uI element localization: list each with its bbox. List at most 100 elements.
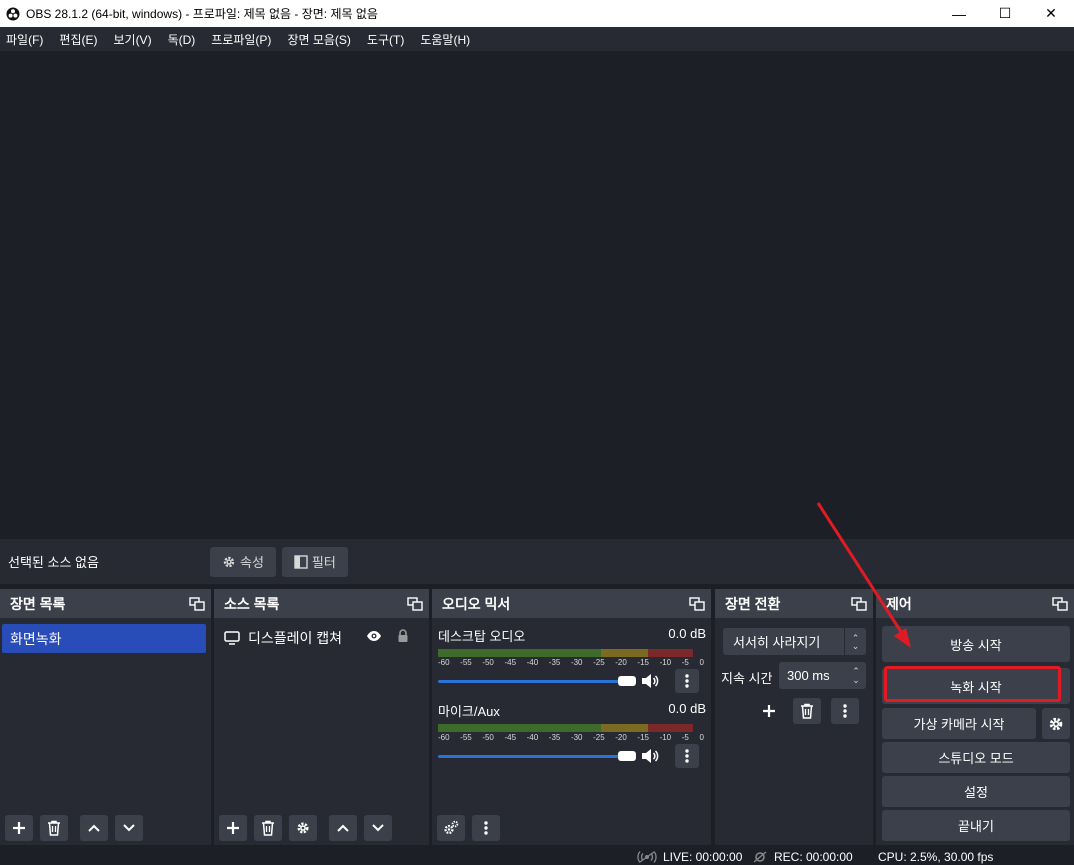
volume-meter xyxy=(438,649,706,657)
tick: -20 xyxy=(615,733,627,742)
tick: -40 xyxy=(526,733,539,742)
volume-slider-handle[interactable] xyxy=(618,676,636,686)
gear-icon xyxy=(223,556,235,567)
channel-menu-button[interactable] xyxy=(675,669,699,693)
volume-slider-handle[interactable] xyxy=(618,751,636,761)
undock-icon[interactable] xyxy=(689,596,705,611)
more-vertical-icon xyxy=(484,821,488,835)
tick: -5 xyxy=(681,658,689,667)
start-streaming-button[interactable]: 방송 시작 xyxy=(882,626,1070,662)
chevron-down-icon xyxy=(372,824,384,832)
more-vertical-icon xyxy=(685,749,689,763)
start-recording-label: 녹화 시작 xyxy=(950,679,1002,695)
studio-mode-button[interactable]: 스튜디오 모드 xyxy=(882,742,1070,773)
lock-icon[interactable] xyxy=(397,629,409,643)
mixer-channel: 마이크/Aux 0.0 dB -60 -55 -50 -45 -40 -35 -30 -25-… xyxy=(438,701,706,768)
tick: -45 xyxy=(504,733,517,742)
channel-menu-button[interactable] xyxy=(675,744,699,768)
remove-transition-button[interactable] xyxy=(793,698,821,724)
minimize-button[interactable]: — xyxy=(936,0,982,27)
menu-tools[interactable]: 도구(T) xyxy=(367,31,404,48)
audio-mixer-header: 오디오 믹서 xyxy=(432,589,711,618)
tick: -15 xyxy=(637,733,649,742)
eye-icon[interactable] xyxy=(366,630,382,642)
add-source-button[interactable] xyxy=(219,815,247,841)
title-bar: OBS 28.1.2 (64-bit, windows) - 프로파일: 제목 … xyxy=(0,0,1074,27)
sources-dock: 소스 목록 디스플레이 캡쳐 xyxy=(214,589,429,845)
add-scene-button[interactable] xyxy=(5,815,33,841)
live-time: LIVE: 00:00:00 xyxy=(663,850,743,864)
move-scene-up-button[interactable] xyxy=(80,815,108,841)
maximize-button[interactable]: ☐ xyxy=(982,0,1028,27)
move-source-up-button[interactable] xyxy=(329,815,357,841)
record-icon xyxy=(753,851,767,863)
spin-arrows-icon[interactable]: ⌃ ⌄ xyxy=(846,662,866,689)
obs-logo-icon xyxy=(6,7,20,20)
filters-label: 필터 xyxy=(311,555,336,570)
scene-item[interactable]: 화면녹화 xyxy=(2,624,206,653)
advanced-audio-button[interactable] xyxy=(437,815,465,841)
tick: 0 xyxy=(699,658,704,667)
volume-slider-track[interactable] xyxy=(438,755,628,758)
move-source-down-button[interactable] xyxy=(364,815,392,841)
undock-icon[interactable] xyxy=(189,596,205,611)
transitions-dock: 장면 전환 서서히 사라지기 ⌃ ⌄ 지속 시간 300 ms ⌃ ⌄ xyxy=(715,589,873,845)
tick: -10 xyxy=(659,733,672,742)
channel-db: 0.0 dB xyxy=(668,701,706,716)
undock-icon[interactable] xyxy=(407,596,423,611)
exit-label: 끝내기 xyxy=(958,819,994,834)
tick: -5 xyxy=(681,733,689,742)
preview-canvas[interactable] xyxy=(0,51,1074,539)
scenes-dock-title: 장면 목록 xyxy=(10,595,66,612)
remove-scene-button[interactable] xyxy=(40,815,68,841)
exit-button[interactable]: 끝내기 xyxy=(882,810,1070,841)
transition-select[interactable]: 서서히 사라지기 ⌃ ⌄ xyxy=(723,628,866,655)
start-virtual-camera-button[interactable]: 가상 카메라 시작 xyxy=(882,708,1036,739)
more-vertical-icon xyxy=(843,704,847,718)
tick: -60 xyxy=(438,733,450,742)
menu-view[interactable]: 보기(V) xyxy=(113,31,151,48)
undock-icon[interactable] xyxy=(1052,596,1068,611)
close-icon: ✕ xyxy=(1045,5,1057,21)
channel-db: 0.0 dB xyxy=(668,626,706,641)
filters-button[interactable]: 필터 xyxy=(281,546,348,577)
transition-menu-button[interactable] xyxy=(831,698,859,724)
tick: -15 xyxy=(637,658,649,667)
menu-file[interactable]: 파일(F) xyxy=(6,31,43,48)
transition-select-value: 서서히 사라지기 xyxy=(733,635,821,650)
maximize-icon: ☐ xyxy=(998,5,1012,21)
minimize-icon: — xyxy=(952,5,966,22)
virtual-camera-settings-button[interactable] xyxy=(1042,708,1070,739)
speaker-icon[interactable] xyxy=(641,748,659,764)
transitions-header: 장면 전환 xyxy=(715,589,873,618)
gear-icon xyxy=(1049,717,1063,730)
undock-icon[interactable] xyxy=(851,596,867,611)
menu-profile[interactable]: 프로파일(P) xyxy=(211,31,271,48)
plus-icon xyxy=(13,822,25,834)
source-properties-button[interactable] xyxy=(289,815,317,841)
scene-item-label: 화면녹화 xyxy=(10,630,62,647)
chevron-up-icon xyxy=(88,824,100,832)
speaker-icon[interactable] xyxy=(641,673,659,689)
broadcast-icon xyxy=(637,851,657,863)
start-recording-button[interactable]: 녹화 시작 xyxy=(882,668,1070,704)
tick: -30 xyxy=(570,733,583,742)
monitor-icon xyxy=(224,631,240,645)
mixer-menu-button[interactable] xyxy=(472,815,500,841)
properties-button[interactable]: 속성 xyxy=(210,546,276,577)
menu-scene-collection[interactable]: 장면 모음(S) xyxy=(287,31,351,48)
menu-help[interactable]: 도움말(H) xyxy=(420,31,470,48)
remove-source-button[interactable] xyxy=(254,815,282,841)
close-button[interactable]: ✕ xyxy=(1028,0,1074,27)
start-streaming-label: 방송 시작 xyxy=(950,637,1002,653)
controls-dock: 제어 방송 시작 녹화 시작 가상 카메라 시작 스튜디오 모드 설정 끝내기 xyxy=(876,589,1074,845)
menu-edit[interactable]: 편집(E) xyxy=(59,31,97,48)
status-bar: LIVE: 00:00:00 REC: 00:00:00 CPU: 2.5%, … xyxy=(0,845,1074,865)
add-transition-button[interactable] xyxy=(755,698,783,724)
menu-docks[interactable]: 독(D) xyxy=(168,31,196,48)
move-scene-down-button[interactable] xyxy=(115,815,143,841)
settings-button[interactable]: 설정 xyxy=(882,776,1070,807)
plus-icon xyxy=(763,705,775,717)
volume-slider-track[interactable] xyxy=(438,680,628,683)
duration-spinbox[interactable]: 300 ms ⌃ ⌄ xyxy=(779,662,866,689)
